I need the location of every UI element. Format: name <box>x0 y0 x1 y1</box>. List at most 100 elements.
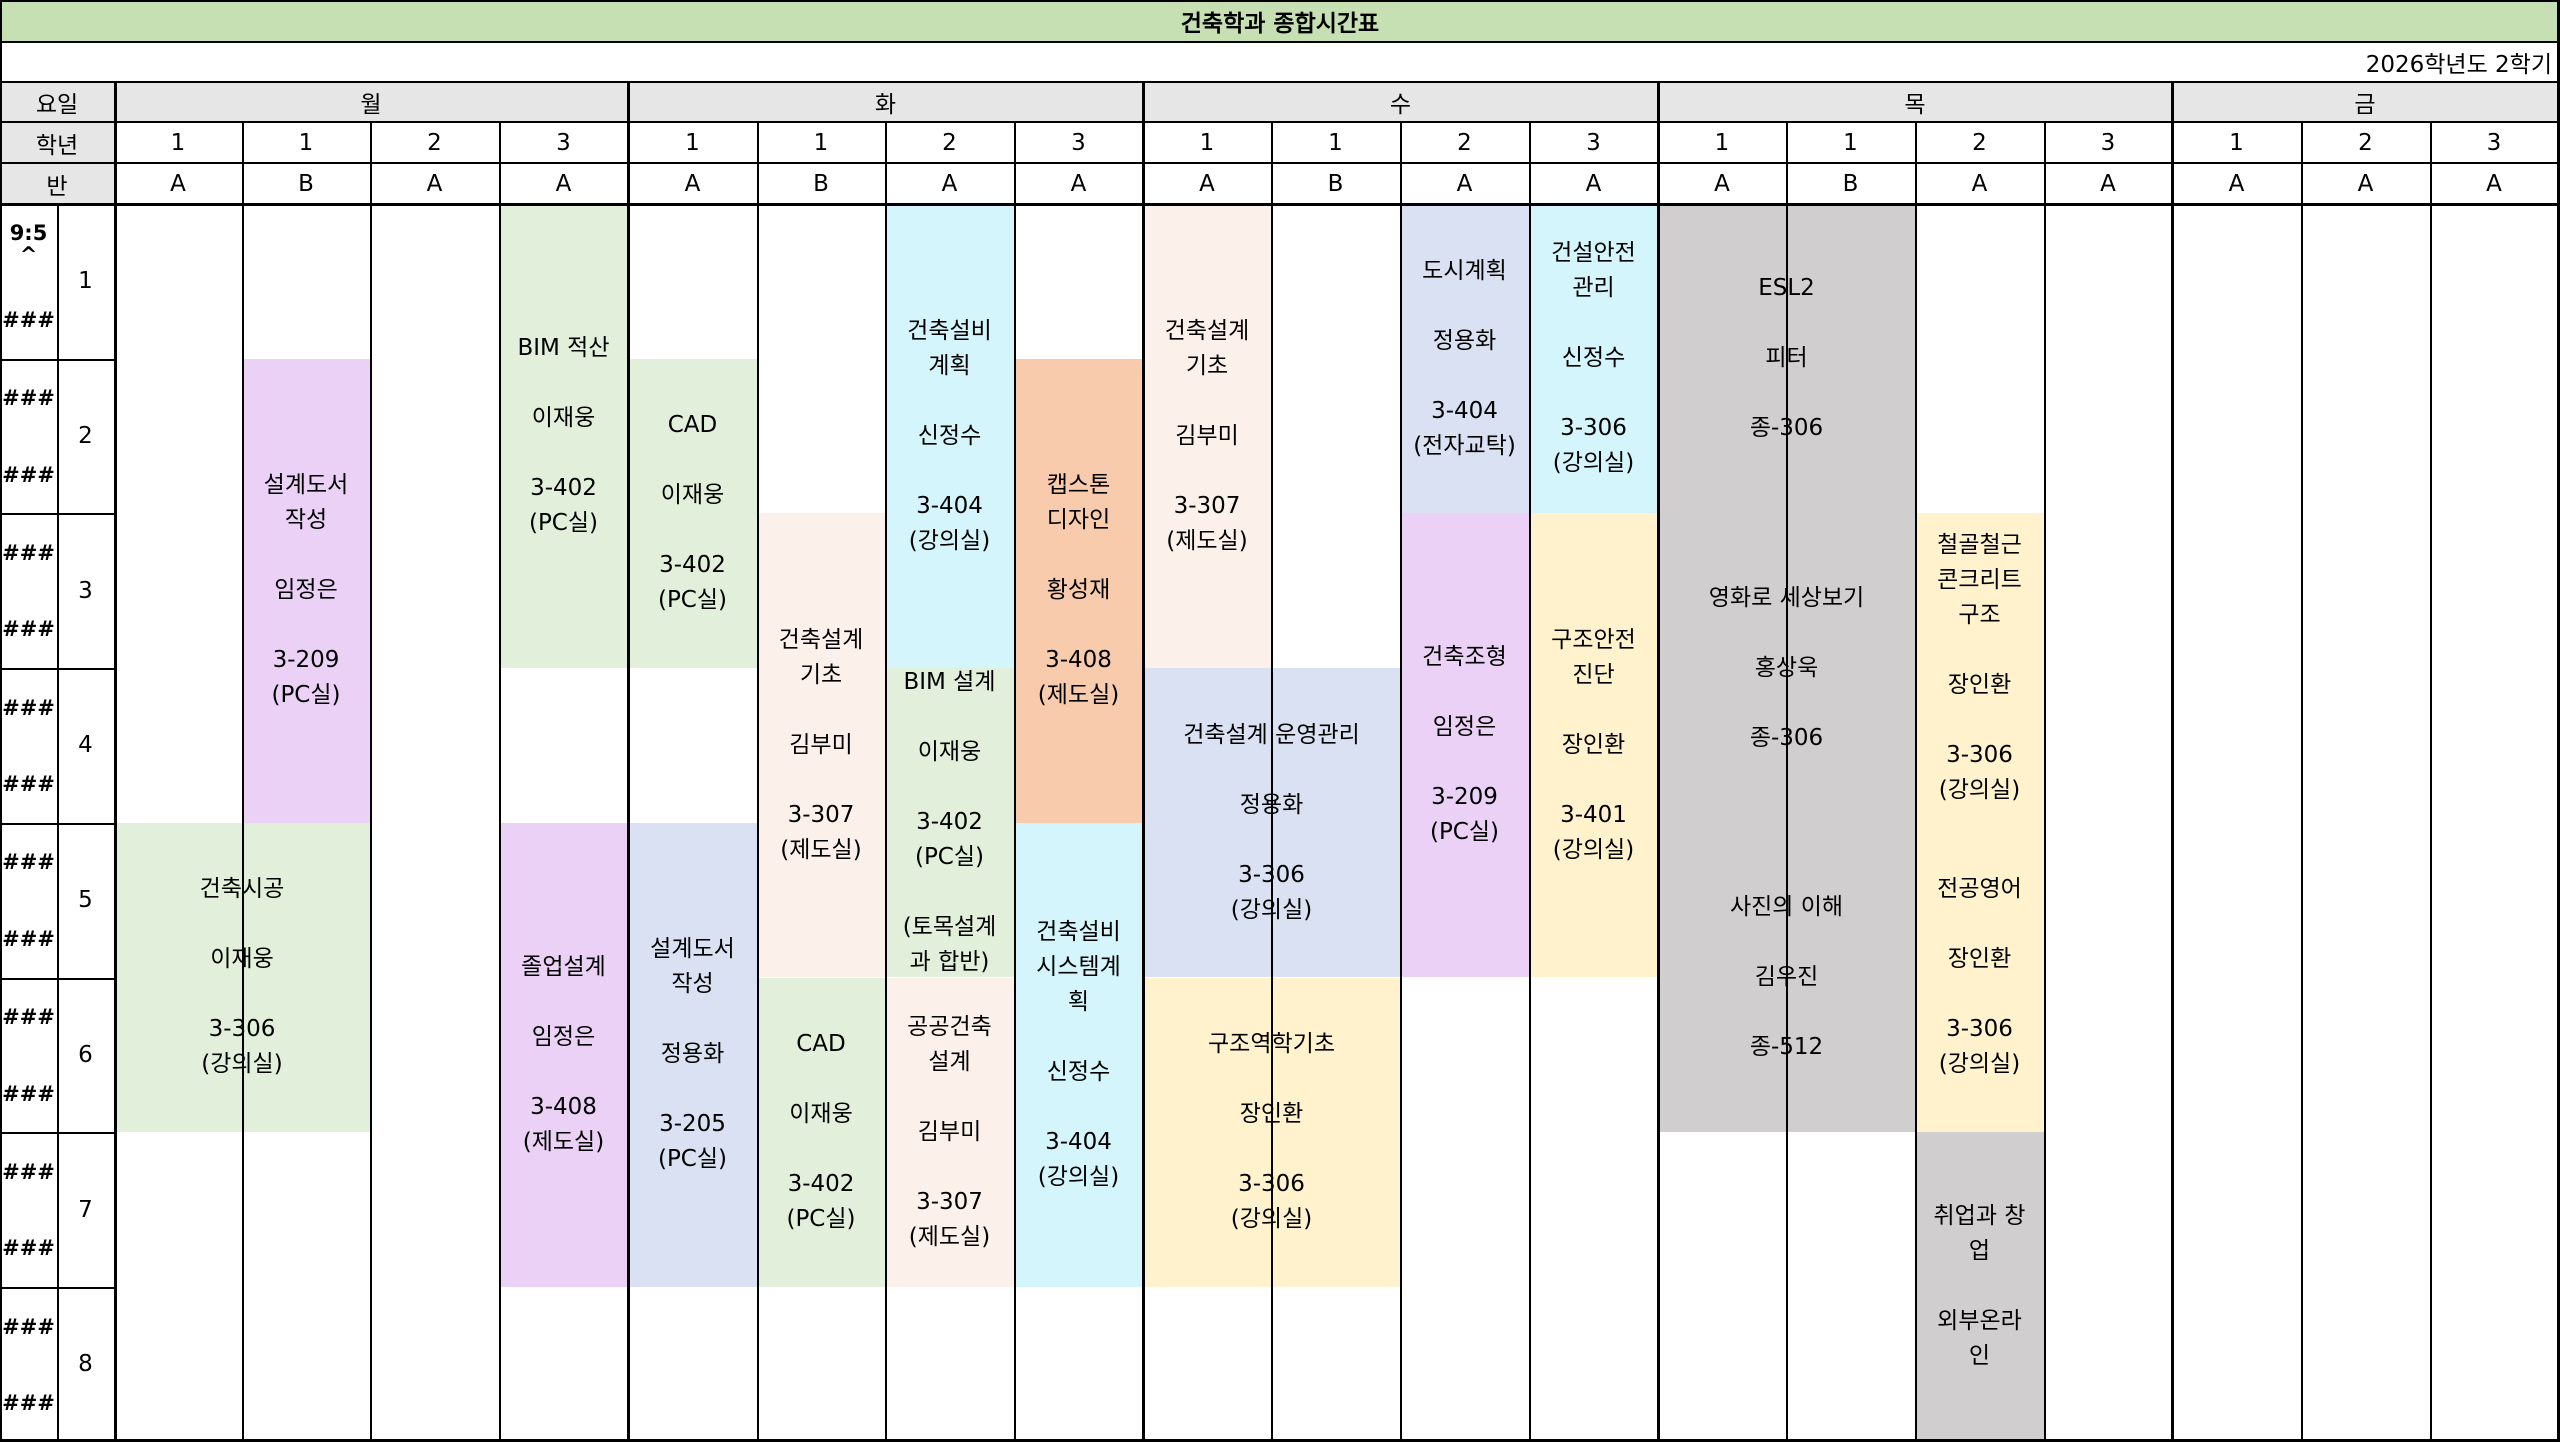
grid-line <box>2430 204 2432 1442</box>
grade-cell: 1 <box>2229 129 2244 156</box>
grid-line <box>0 162 2560 164</box>
period-number: 6 <box>78 1041 93 1068</box>
grid-line <box>1271 122 1273 204</box>
grid-line <box>885 204 887 1442</box>
grid-line <box>1915 122 1917 204</box>
grid-line <box>0 121 2560 123</box>
grid-line <box>2172 204 2174 1442</box>
class-row-label: 반 <box>46 173 68 200</box>
grid-line <box>1529 204 1531 1442</box>
grade-cell: 3 <box>1586 129 1601 156</box>
period-start-time: ### <box>2 1314 55 1339</box>
period-end-time: ### <box>2 617 55 642</box>
period-number: 7 <box>78 1196 93 1223</box>
grid-line <box>1786 122 1788 204</box>
grade-cell: 1 <box>1843 129 1858 156</box>
course-block[interactable]: 구조안전 진단 장인환 3-401 (강의실) <box>1529 513 1658 978</box>
course-block[interactable]: 전공영어 장인환 3-306 (강의실) <box>1915 822 2044 1133</box>
day-header-2: 화 <box>874 92 897 118</box>
grid-line <box>0 203 2560 206</box>
course-block[interactable]: 도시계획 정용화 3-404 (전자교탁) <box>1400 204 1529 514</box>
grid-line <box>1014 204 1016 1442</box>
grid-line <box>1529 122 1531 204</box>
period-number: 8 <box>78 1351 93 1378</box>
grid-line <box>370 204 372 1442</box>
class-cell: A <box>684 170 701 197</box>
grid-line <box>114 82 117 1442</box>
course-block[interactable]: 철골철근 콘크리트 구조 장인환 3-306 (강의실) <box>1915 513 2044 823</box>
course-block[interactable]: 설계도서 작성 임정은 3-209 (PC실) <box>242 358 370 823</box>
period-start-time: ### <box>2 1159 55 1184</box>
day-row-label: 요일 <box>35 92 79 118</box>
course-block[interactable]: 취업과 창 업 외부온라 인 <box>1915 1132 2044 1442</box>
grid-line <box>1786 204 1788 1442</box>
grid-line <box>757 204 759 1442</box>
course-block[interactable]: 건축설계 기초 김부미 3-307 (제도실) <box>757 513 885 978</box>
course-block[interactable]: 건축설비 계획 신정수 3-404 (강의실) <box>885 204 1014 669</box>
course-block[interactable]: CAD 이재웅 3-402 (PC실) <box>628 358 757 669</box>
course-block[interactable]: 설계도서 작성 정용화 3-205 (PC실) <box>628 822 757 1287</box>
grid-line <box>1658 122 1660 204</box>
grid-line <box>2044 122 2046 204</box>
grid-line <box>1271 204 1273 1442</box>
grid-line <box>57 204 59 1442</box>
grid-line <box>1915 204 1917 1442</box>
sheet-title: 건축학과 종합시간표 <box>0 0 2560 42</box>
grade-cell: 1 <box>1714 129 1730 156</box>
course-block[interactable]: 졸업설계 임정은 3-408 (제도실) <box>499 822 628 1287</box>
class-cell: A <box>555 170 572 197</box>
grade-cell: 1 <box>1328 129 1343 156</box>
class-cell: A <box>426 170 443 197</box>
course-block[interactable]: 건축조형 임정은 3-209 (PC실) <box>1400 513 1529 978</box>
period-number: 3 <box>78 577 93 604</box>
course-block[interactable]: BIM 설계 이재웅 3-402 (PC실) (토목설계 과 합반) <box>885 668 1014 978</box>
period-start-time: ### <box>2 695 55 720</box>
grid-line <box>628 204 630 1442</box>
course-block[interactable]: CAD 이재웅 3-402 (PC실) <box>757 977 885 1287</box>
period-end-time: ### <box>2 926 55 951</box>
grid-line <box>757 122 759 204</box>
class-cell: A <box>941 170 958 197</box>
grade-cell: 3 <box>1071 129 1086 156</box>
grade-cell: 3 <box>2100 129 2116 156</box>
course-block[interactable]: 캡스톤 디자인 황성재 3-408 (제도실) <box>1014 358 1143 823</box>
grid-line <box>2172 122 2174 204</box>
grid-line <box>2430 122 2432 204</box>
period-start-time: 9:5 ^ <box>9 220 48 267</box>
grade-cell: 2 <box>427 129 442 156</box>
class-cell: A <box>1199 170 1215 197</box>
grid-line <box>242 122 244 204</box>
course-block[interactable]: 건축설계 기초 김부미 3-307 (제도실) <box>1143 204 1271 669</box>
grid-line <box>370 122 372 204</box>
course-block[interactable]: 공공건축 설계 김부미 3-307 (제도실) <box>885 977 1014 1287</box>
grade-cell: 1 <box>298 129 314 156</box>
grade-cell: 3 <box>2486 129 2502 156</box>
grid-line <box>0 81 2560 83</box>
grade-cell: 1 <box>813 129 829 156</box>
grid-line <box>2301 122 2303 204</box>
grade-cell: 2 <box>1457 129 1472 156</box>
grid-line <box>1143 204 1145 1442</box>
period-end-time: ### <box>2 1081 55 1106</box>
period-end-time: ### <box>2 772 55 797</box>
course-block[interactable]: 건축설비 시스템계 획 신정수 3-404 (강의실) <box>1014 822 1143 1287</box>
grid-line <box>242 204 244 1442</box>
class-cell: A <box>1070 170 1087 197</box>
grade-cell: 1 <box>685 129 700 156</box>
course-block[interactable]: 건설안전 관리 신정수 3-306 (강의실) <box>1529 204 1658 514</box>
class-cell: A <box>2357 170 2374 197</box>
class-cell: A <box>1971 170 1988 197</box>
day-header-1: 월 <box>360 92 382 118</box>
period-start-time: ### <box>2 850 55 875</box>
course-block[interactable]: BIM 적산 이재웅 3-402 (PC실) <box>499 204 628 669</box>
grid-line <box>0 41 2560 43</box>
grid-line <box>1400 122 1402 204</box>
grid-line <box>1400 204 1402 1442</box>
semester-label: 2026학년도 2학기 <box>2365 52 2552 78</box>
grade-cell: 2 <box>942 129 957 156</box>
grid-line <box>628 122 630 204</box>
grid-line <box>2044 204 2046 1442</box>
class-cell: A <box>1714 170 1730 197</box>
grade-cell: 1 <box>1199 129 1215 156</box>
class-cell: A <box>2100 170 2116 197</box>
